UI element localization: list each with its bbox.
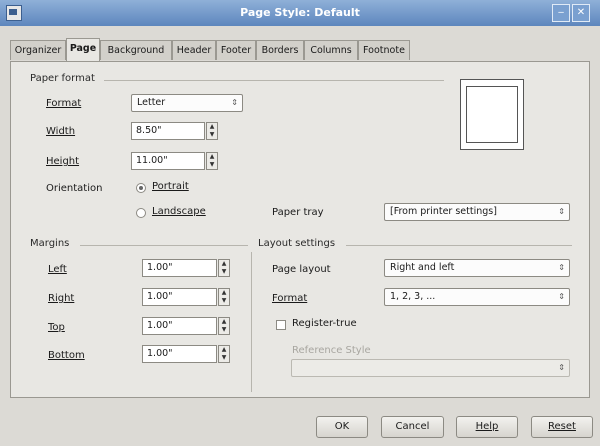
height-field[interactable]: 11.00" [131, 152, 205, 170]
page-style-dialog: Page Style: Default ‒ ✕ Organizer Page B… [0, 0, 600, 446]
format-label: Format [46, 98, 82, 109]
paper-tray-value: [From printer settings] [390, 206, 497, 217]
spin-up-icon[interactable]: ▲ [219, 260, 229, 268]
reference-style-select: ⇕ [291, 359, 570, 377]
right-margin-label: Right [48, 293, 75, 304]
right-margin-field[interactable]: 1.00" [142, 288, 217, 306]
layout-settings-divider [346, 245, 572, 246]
landscape-radio[interactable] [136, 208, 146, 218]
format-select[interactable]: Letter ⇕ [131, 94, 243, 112]
format-select-value: Letter [137, 97, 166, 108]
page-layout-value: Right and left [390, 262, 455, 273]
spin-up-icon[interactable]: ▲ [219, 289, 229, 297]
height-label: Height [46, 156, 80, 167]
height-spinner[interactable]: 11.00" ▲ ▼ [131, 152, 218, 170]
orientation-label: Orientation [46, 183, 103, 194]
spin-down-icon[interactable]: ▼ [207, 131, 217, 139]
reset-button[interactable]: Reset [531, 416, 593, 438]
right-margin-spin-buttons[interactable]: ▲ ▼ [218, 288, 230, 306]
tab-footer[interactable]: Footer [216, 40, 256, 60]
paper-tray-label: Paper tray [272, 207, 324, 218]
right-margin-spinner[interactable]: 1.00" ▲ ▼ [142, 288, 230, 306]
tab-borders[interactable]: Borders [256, 40, 304, 60]
landscape-label[interactable]: Landscape [152, 206, 206, 217]
reference-style-label: Reference Style [292, 345, 371, 356]
paper-tray-select[interactable]: [From printer settings] ⇕ [384, 203, 570, 221]
top-margin-spinner[interactable]: 1.00" ▲ ▼ [142, 317, 230, 335]
bottom-margin-spinner[interactable]: 1.00" ▲ ▼ [142, 345, 230, 363]
spin-down-icon[interactable]: ▼ [219, 326, 229, 334]
top-margin-label: Top [48, 322, 65, 333]
chevron-updown-icon: ⇕ [558, 363, 565, 372]
page-layout-select[interactable]: Right and left ⇕ [384, 259, 570, 277]
window-title: Page Style: Default [240, 6, 360, 19]
title-bar[interactable]: Page Style: Default ‒ ✕ [0, 0, 600, 26]
height-spin-buttons[interactable]: ▲ ▼ [206, 152, 218, 170]
chevron-updown-icon: ⇕ [558, 207, 565, 216]
chevron-updown-icon: ⇕ [231, 98, 238, 107]
tab-organizer[interactable]: Organizer [10, 40, 66, 60]
help-button[interactable]: Help [456, 416, 518, 438]
spin-down-icon[interactable]: ▼ [219, 268, 229, 276]
width-spin-buttons[interactable]: ▲ ▼ [206, 122, 218, 140]
left-margin-field[interactable]: 1.00" [142, 259, 217, 277]
spin-down-icon[interactable]: ▼ [207, 161, 217, 169]
paper-format-divider [104, 80, 444, 81]
top-margin-spin-buttons[interactable]: ▲ ▼ [218, 317, 230, 335]
spin-up-icon[interactable]: ▲ [219, 318, 229, 326]
spin-down-icon[interactable]: ▼ [219, 297, 229, 305]
spin-up-icon[interactable]: ▲ [207, 153, 217, 161]
chevron-updown-icon: ⇕ [558, 292, 565, 301]
top-margin-field[interactable]: 1.00" [142, 317, 217, 335]
cancel-button[interactable]: Cancel [381, 416, 444, 438]
numbering-format-value: 1, 2, 3, ... [390, 291, 436, 302]
tab-page[interactable]: Page [66, 38, 100, 62]
spin-down-icon[interactable]: ▼ [219, 354, 229, 362]
bottom-margin-label: Bottom [48, 350, 85, 361]
close-icon[interactable]: ✕ [572, 4, 590, 22]
bottom-margin-spin-buttons[interactable]: ▲ ▼ [218, 345, 230, 363]
paper-format-heading: Paper format [30, 73, 95, 84]
tab-header[interactable]: Header [172, 40, 216, 60]
tab-footnote[interactable]: Footnote [358, 40, 410, 60]
margins-heading: Margins [30, 238, 70, 249]
vertical-divider [251, 252, 252, 392]
ok-button[interactable]: OK [316, 416, 368, 438]
width-label: Width [46, 126, 76, 137]
portrait-radio[interactable] [136, 183, 146, 193]
margins-divider [80, 245, 248, 246]
portrait-label[interactable]: Portrait [152, 181, 189, 192]
tab-background[interactable]: Background [100, 40, 172, 60]
numbering-format-select[interactable]: 1, 2, 3, ... ⇕ [384, 288, 570, 306]
layout-settings-heading: Layout settings [258, 238, 336, 249]
spin-up-icon[interactable]: ▲ [207, 123, 217, 131]
left-margin-spinner[interactable]: 1.00" ▲ ▼ [142, 259, 230, 277]
bottom-margin-field[interactable]: 1.00" [142, 345, 217, 363]
chevron-updown-icon: ⇕ [558, 263, 565, 272]
register-true-checkbox[interactable] [276, 320, 286, 330]
page-preview [460, 79, 524, 150]
left-margin-label: Left [48, 264, 67, 275]
minimize-icon[interactable]: ‒ [552, 4, 570, 22]
left-margin-spin-buttons[interactable]: ▲ ▼ [218, 259, 230, 277]
page-layout-label: Page layout [272, 264, 331, 275]
numbering-format-label: Format [272, 293, 308, 304]
spin-up-icon[interactable]: ▲ [219, 346, 229, 354]
page-preview-margins [466, 86, 518, 143]
reset-button-label: Reset [548, 421, 576, 432]
help-button-label: Help [475, 421, 499, 432]
register-true-label[interactable]: Register-true [292, 318, 357, 329]
width-spinner[interactable]: 8.50" ▲ ▼ [131, 122, 218, 140]
tab-columns[interactable]: Columns [304, 40, 358, 60]
width-field[interactable]: 8.50" [131, 122, 205, 140]
